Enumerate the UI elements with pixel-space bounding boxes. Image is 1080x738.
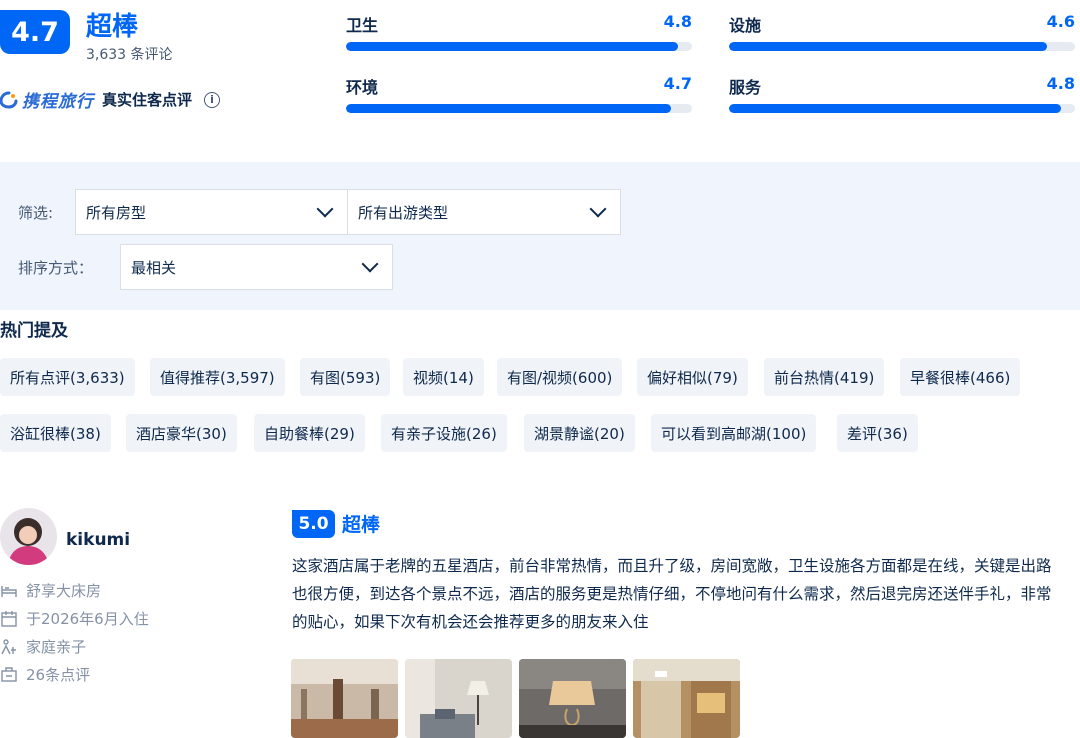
review-photo[interactable]	[405, 659, 512, 738]
sub-score-bar	[346, 104, 692, 113]
mention-tag[interactable]: 偏好相似(79)	[637, 358, 748, 396]
overall-score-label: 超棒	[86, 12, 139, 42]
sub-score-facilities: 设施 4.6	[729, 12, 1075, 51]
info-icon[interactable]: i	[204, 91, 221, 108]
review-count: 3,633 条评论	[86, 47, 173, 63]
mention-tag[interactable]: 视频(14)	[403, 358, 484, 396]
reviewer-review-count: 26条点评	[0, 664, 90, 685]
mention-tag[interactable]: 有亲子设施(26)	[381, 414, 507, 452]
ctrip-logo-icon	[0, 91, 18, 109]
room-name: 舒享大床房	[26, 582, 102, 600]
trip-type-select[interactable]: 所有出游类型	[347, 189, 621, 235]
user-review-count: 26条点评	[26, 666, 91, 684]
sub-score-name: 卫生	[346, 16, 379, 35]
chevron-down-icon	[361, 255, 379, 273]
reviewer-trip-type: 家庭亲子	[0, 636, 86, 657]
chevron-down-icon	[589, 200, 607, 218]
mention-tag[interactable]: 酒店豪华(30)	[126, 414, 237, 452]
sort-select[interactable]: 最相关	[120, 244, 393, 290]
brand-name: 携程旅行	[22, 92, 94, 112]
sub-score-name: 设施	[729, 16, 762, 35]
filter-label: 筛选:	[18, 204, 54, 222]
review-photo[interactable]	[519, 659, 626, 738]
reviewer-room: 舒享大床房	[0, 580, 101, 601]
bed-icon	[1, 585, 17, 597]
mention-tag[interactable]: 前台热情(419)	[764, 358, 885, 396]
sort-value: 最相关	[131, 258, 177, 277]
mention-tag[interactable]: 有图(593)	[300, 358, 391, 396]
sub-score-bar	[729, 104, 1075, 113]
review-photo[interactable]	[633, 659, 740, 738]
sub-score-bar-fill	[346, 104, 672, 113]
trip-type: 家庭亲子	[26, 638, 87, 656]
sub-score-bar	[346, 42, 692, 51]
comment-icon	[1, 666, 17, 682]
sort-label: 排序方式：	[18, 259, 94, 277]
mention-tag[interactable]: 可以看到高邮湖(100)	[651, 414, 817, 452]
sub-score-name: 环境	[346, 78, 379, 97]
calendar-icon	[1, 610, 17, 627]
trip-type-value: 所有出游类型	[358, 203, 449, 222]
reviewer-name[interactable]: kikumi	[66, 530, 130, 550]
sub-score-value: 4.6	[1046, 12, 1075, 31]
sub-score-name: 服务	[729, 78, 762, 97]
sub-score-bar	[729, 42, 1075, 51]
hot-mentions-title: 热门提及	[0, 321, 68, 341]
mention-tag[interactable]: 所有点评(3,633)	[0, 358, 135, 396]
sub-score-hygiene: 卫生 4.8	[346, 12, 692, 51]
reviewer-stay-date: 于2026年6月入住	[0, 608, 149, 629]
family-icon	[1, 638, 16, 654]
sub-score-bar-fill	[729, 104, 1062, 113]
sub-score-service: 服务 4.8	[729, 74, 1075, 113]
mention-tag[interactable]: 浴缸很棒(38)	[0, 414, 111, 452]
sub-score-value: 4.8	[663, 12, 692, 31]
review-score-badge: 5.0	[292, 510, 335, 538]
mention-tag[interactable]: 值得推荐(3,597)	[150, 358, 285, 396]
mention-tag[interactable]: 差评(36)	[837, 414, 918, 452]
stay-date: 于2026年6月入住	[26, 610, 149, 628]
brand-row: 携程旅行 真实住客点评 i	[0, 87, 221, 112]
sub-score-bar-fill	[729, 42, 1048, 51]
filter-panel: 筛选: 所有房型 所有出游类型 排序方式： 最相关	[0, 162, 1080, 310]
review-photo[interactable]	[291, 659, 398, 738]
review-text: 这家酒店属于老牌的五星酒店，前台非常热情，而且升了级，房间宽敞，卫生设施各方面都…	[292, 557, 1052, 631]
mention-tag[interactable]: 湖景静谧(20)	[524, 414, 635, 452]
room-type-value: 所有房型	[86, 203, 147, 222]
sub-score-environment: 环境 4.7	[346, 74, 692, 113]
mention-tag[interactable]: 自助餐棒(29)	[254, 414, 365, 452]
mention-tag[interactable]: 有图/视频(600)	[497, 358, 623, 396]
sub-score-value: 4.8	[1046, 74, 1075, 93]
mention-tag[interactable]: 早餐很棒(466)	[900, 358, 1021, 396]
sub-score-value: 4.7	[663, 74, 692, 93]
review-score-label: 超棒	[342, 514, 381, 536]
chevron-down-icon	[316, 200, 334, 218]
sub-score-bar-fill	[346, 42, 679, 51]
avatar[interactable]	[0, 508, 57, 565]
overall-score-badge: 4.7	[0, 10, 70, 54]
brand-suffix: 真实住客点评	[102, 91, 193, 109]
room-type-select[interactable]: 所有房型	[75, 189, 348, 235]
